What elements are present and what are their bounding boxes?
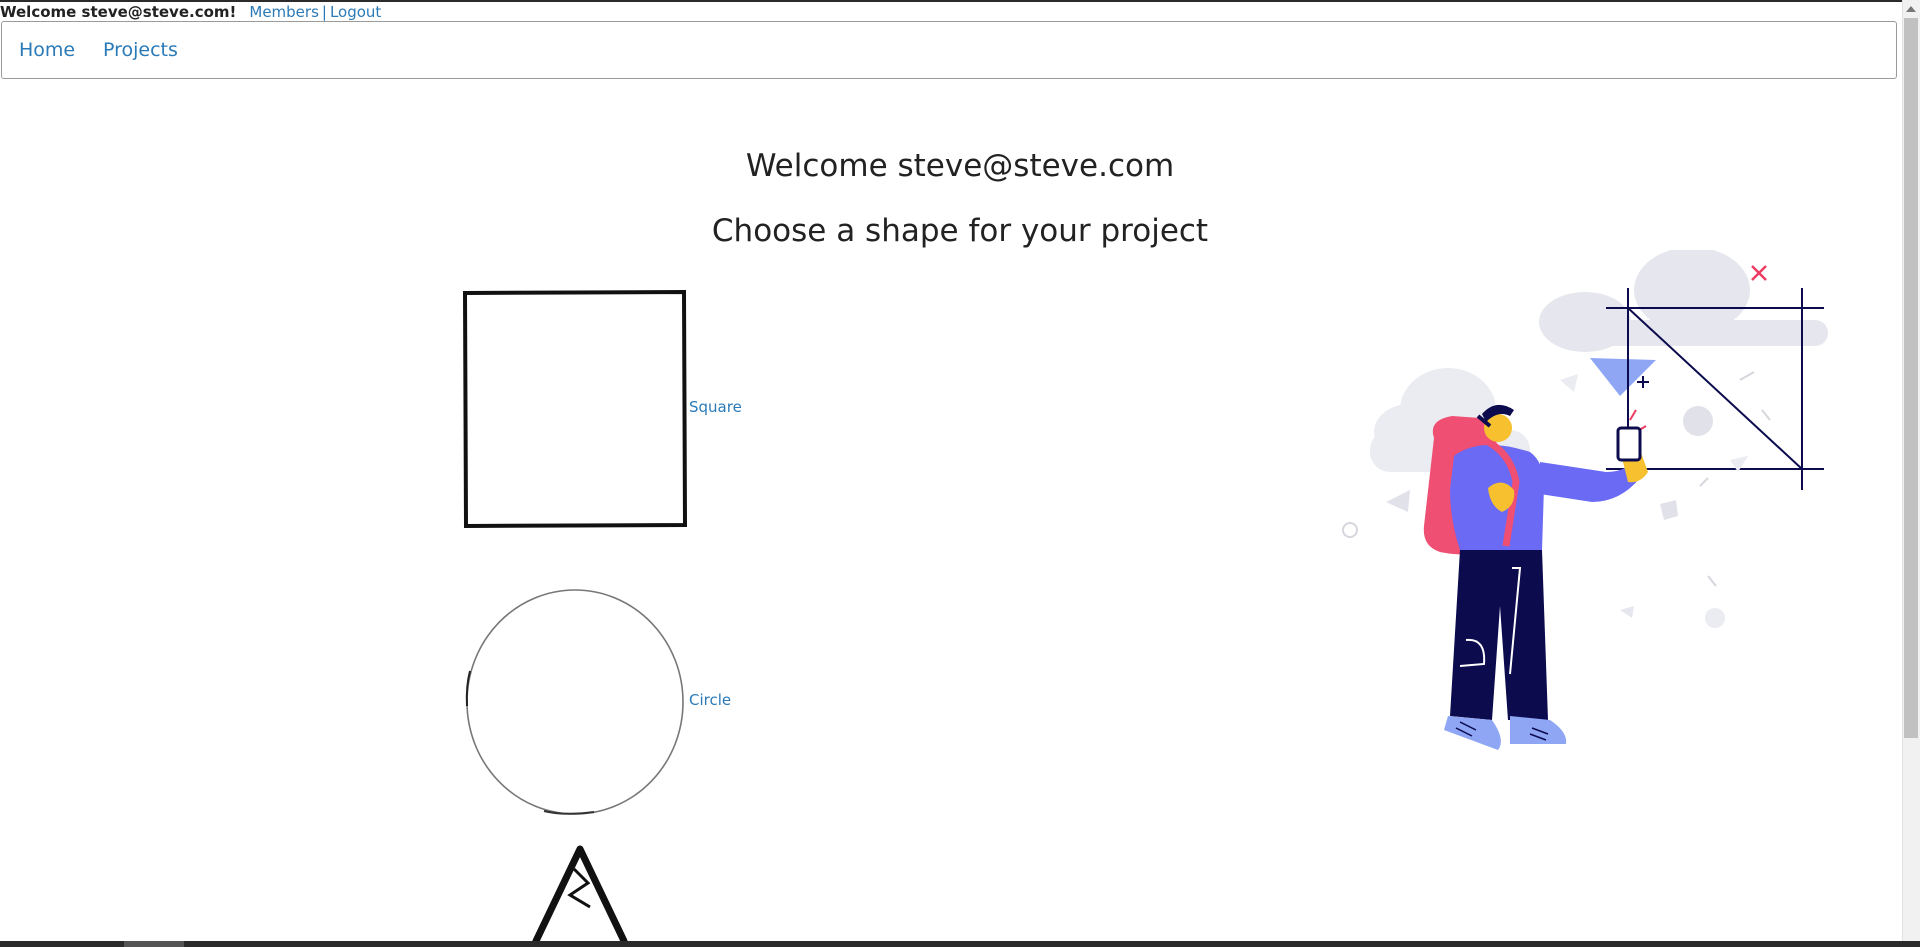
page-subtitle: Choose a shape for your project [711,212,1209,249]
link-separator: | [321,3,327,21]
window-top-border [0,0,1920,2]
main-navbar: Home Projects [1,21,1897,79]
triangle-shape-icon[interactable] [530,845,630,941]
scroll-up-arrow-icon[interactable] [1906,6,1916,12]
square-shape-icon[interactable] [462,289,688,529]
user-bar: Welcome steve@steve.com! Members | Logout [0,3,381,21]
circle-shape-link[interactable]: Circle [689,691,731,709]
scrollbar-thumb[interactable] [1904,18,1918,738]
logout-link[interactable]: Logout [330,3,381,21]
welcome-user-text: Welcome steve@steve.com! [0,3,237,21]
square-shape-link[interactable]: Square [689,398,742,416]
circle-shape-icon[interactable] [464,586,686,818]
nav-projects-link[interactable]: Projects [103,40,178,60]
page-title: Welcome steve@steve.com [745,147,1175,184]
person-with-phone-illustration [1342,250,1828,750]
nav-home-link[interactable]: Home [19,40,75,60]
bottom-bar-segment [124,941,184,947]
window-bottom-border [0,941,1920,947]
members-link[interactable]: Members [249,3,319,21]
